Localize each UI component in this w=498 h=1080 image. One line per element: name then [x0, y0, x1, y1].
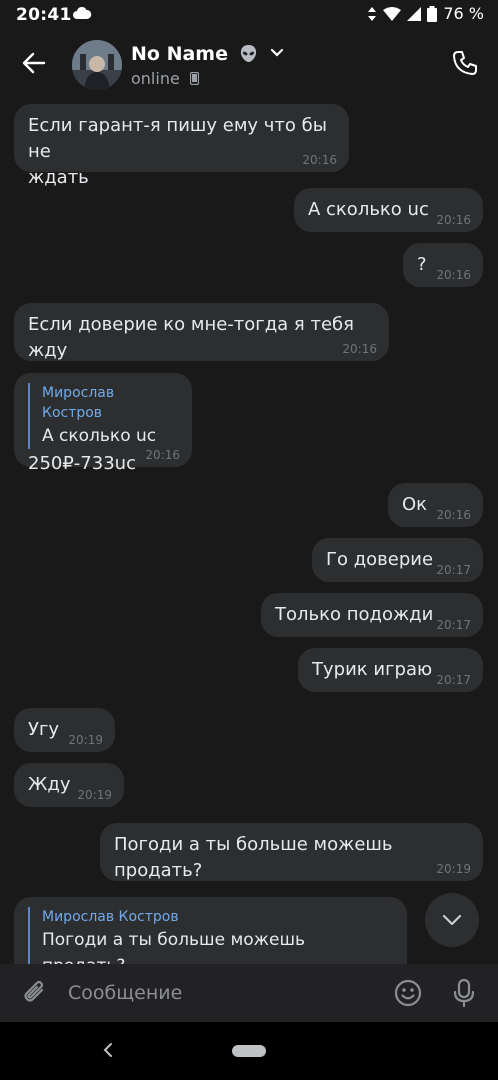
- message-time: 20:19: [436, 862, 471, 876]
- message-time: 20:16: [436, 213, 471, 227]
- status-icons: 76 %: [367, 4, 484, 23]
- chevron-left-icon: [103, 1043, 112, 1057]
- message-incoming-reply[interactable]: Мирослав Костров А сколько uc 250₽-733uc…: [14, 373, 192, 474]
- chat-header: No Name online: [0, 30, 498, 96]
- message-time: 20:16: [436, 508, 471, 522]
- message-text: Если гарант-я пишу ему что бы не: [28, 115, 327, 162]
- status-time: 20:41: [16, 5, 72, 25]
- system-back-button[interactable]: [96, 1038, 120, 1062]
- emoji-button[interactable]: [391, 976, 425, 1010]
- chevron-down-icon: [442, 914, 462, 926]
- message-outgoing[interactable]: Ок 20:16: [388, 483, 483, 527]
- message-outgoing[interactable]: Го доверие 20:17: [312, 538, 483, 582]
- contact-name[interactable]: No Name: [131, 43, 284, 65]
- avatar[interactable]: [72, 40, 122, 90]
- attach-button[interactable]: [18, 976, 52, 1010]
- alien-emoji-icon: [240, 44, 256, 63]
- chevron-down-icon: [271, 48, 284, 57]
- mobile-device-icon: [189, 72, 199, 85]
- paperclip-icon: [24, 980, 44, 1002]
- message-time: 20:16: [436, 268, 471, 282]
- call-button[interactable]: [448, 46, 482, 80]
- message-time: 20:17: [436, 673, 471, 687]
- message-incoming[interactable]: Если гарант-я пишу ему что бы не ждать 2…: [14, 104, 349, 188]
- smile-icon: [394, 979, 422, 1007]
- message-outgoing[interactable]: ? 20:16: [403, 243, 483, 287]
- message-outgoing[interactable]: Турик играю 20:17: [298, 648, 483, 692]
- scroll-down-button[interactable]: [425, 893, 479, 947]
- quote-author: Мирослав Костров: [42, 385, 115, 421]
- reply-quote[interactable]: Мирослав Костров Погоди а ты больше може…: [28, 907, 393, 964]
- status-bar: 20:41 76 %: [0, 0, 498, 30]
- battery-percent: 76 %: [443, 4, 484, 23]
- message-text: ждать: [28, 167, 89, 188]
- reply-quote[interactable]: Мирослав Костров А сколько uc: [28, 383, 178, 449]
- cloud-icon: [73, 6, 92, 19]
- quote-text: Погоди а ты больше можешь продать?: [42, 930, 306, 964]
- message-time: 20:19: [77, 788, 112, 802]
- contact-status: online: [131, 69, 199, 88]
- message-list[interactable]: Если гарант-я пишу ему что бы не ждать 2…: [0, 96, 498, 964]
- message-outgoing[interactable]: Только подожди 20:17: [261, 593, 483, 637]
- wifi-icon: [383, 6, 402, 21]
- microphone-icon: [453, 978, 475, 1008]
- contact-name-text: No Name: [131, 43, 228, 65]
- system-home-pill[interactable]: [232, 1045, 266, 1057]
- message-time: 20:19: [68, 733, 103, 747]
- message-incoming[interactable]: Угу 20:19: [14, 708, 115, 752]
- message-incoming[interactable]: Жду 20:19: [14, 763, 124, 807]
- signal-icon: [407, 6, 422, 21]
- online-status: online: [131, 69, 180, 88]
- message-text: Если доверие ко мне-тогда я тебя жду: [28, 314, 354, 361]
- message-input[interactable]: [68, 978, 368, 1008]
- message-time: 20:16: [145, 448, 180, 462]
- message-incoming[interactable]: Если доверие ко мне-тогда я тебя жду 20:…: [14, 303, 389, 361]
- voice-message-button[interactable]: [447, 976, 481, 1010]
- battery-icon: [427, 5, 438, 22]
- message-outgoing[interactable]: А сколько uc 20:16: [294, 188, 483, 232]
- message-time: 20:16: [342, 342, 377, 356]
- message-text: Погоди а ты больше можешь продать?: [114, 834, 393, 881]
- phone-icon: [453, 51, 477, 75]
- data-arrows-icon: [368, 6, 377, 21]
- system-nav-bar: [0, 1022, 498, 1080]
- back-button[interactable]: [14, 46, 54, 80]
- avatar-image: [72, 40, 122, 90]
- message-time: 20:17: [436, 563, 471, 577]
- message-time: 20:16: [302, 153, 337, 167]
- quote-text: А сколько uc: [42, 426, 157, 446]
- arrow-left-icon: [22, 52, 46, 74]
- message-incoming-reply[interactable]: Мирослав Костров Погоди а ты больше може…: [14, 897, 407, 964]
- message-time: 20:17: [436, 618, 471, 632]
- message-outgoing[interactable]: Погоди а ты больше можешь продать? 20:19: [100, 823, 483, 881]
- quote-author: Мирослав Костров: [42, 909, 179, 925]
- composer: [0, 964, 498, 1022]
